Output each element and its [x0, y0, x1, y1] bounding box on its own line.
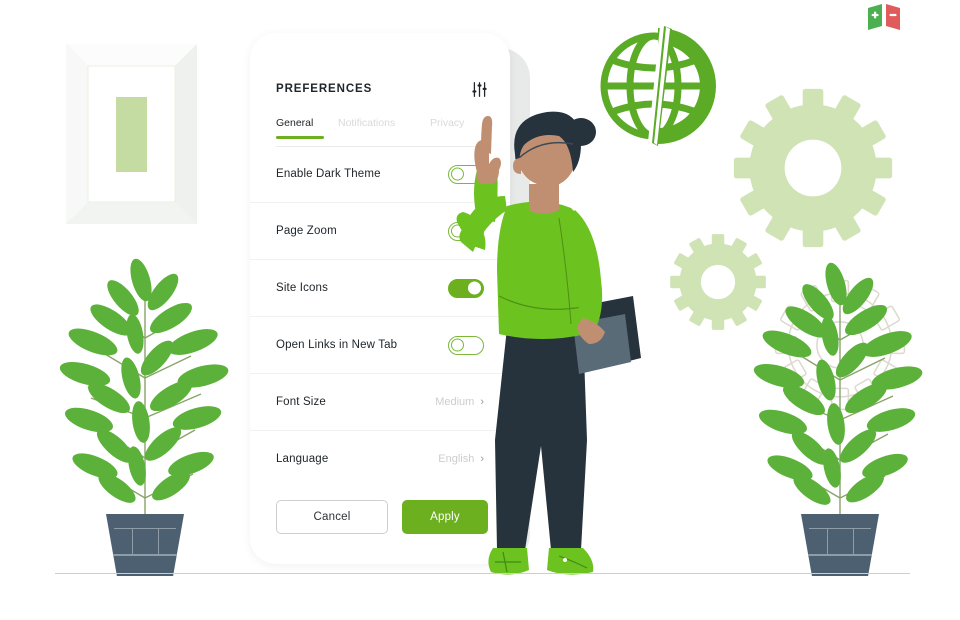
person-illustration: [455, 110, 685, 580]
potted-plant-right: [745, 262, 935, 576]
cancel-button[interactable]: Cancel: [276, 500, 388, 534]
tab-notifications[interactable]: Notifications: [338, 117, 430, 138]
framed-picture: [66, 44, 197, 224]
potted-plant-left: [45, 258, 245, 576]
setting-label: Open Links in New Tab: [276, 339, 398, 351]
plant-pot: [801, 514, 879, 576]
setting-label: Font Size: [276, 396, 326, 408]
plant-pot: [106, 514, 184, 576]
tab-general[interactable]: General: [276, 117, 338, 139]
setting-label: Language: [276, 453, 329, 465]
frame-artwork: [116, 97, 147, 172]
setting-label: Page Zoom: [276, 225, 337, 237]
sliders-icon[interactable]: [471, 81, 488, 98]
illustration-scene: PREFERENCES General Notifications Privac…: [0, 0, 960, 620]
setting-label: Enable Dark Theme: [276, 168, 381, 180]
ground-line: [55, 573, 910, 574]
page-title: PREFERENCES: [276, 83, 373, 95]
setting-label: Site Icons: [276, 282, 328, 294]
card-header: PREFERENCES: [276, 78, 488, 100]
plus-minus-logo: [866, 3, 902, 31]
